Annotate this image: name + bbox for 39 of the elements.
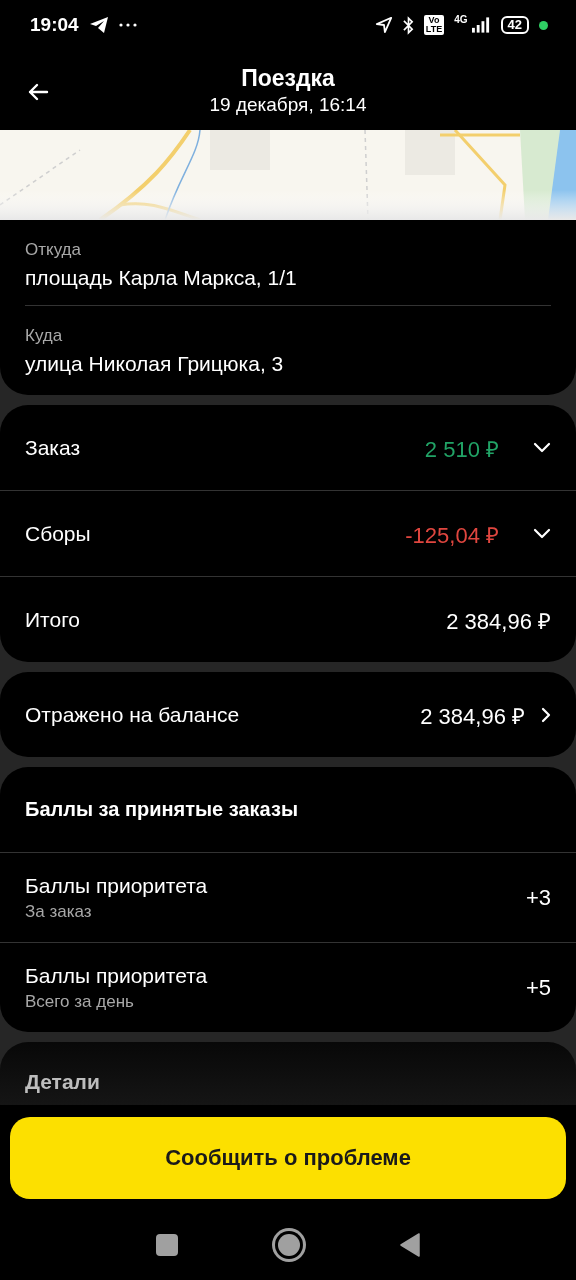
row-label: Итого xyxy=(25,607,82,632)
expandable-row[interactable]: Сборы -125,04 ₽ xyxy=(0,491,576,576)
points-sublabel: Всего за день xyxy=(25,991,135,1012)
bluetooth-icon xyxy=(402,15,414,35)
row-label: Сборы xyxy=(25,521,92,546)
points-label: Баллы приоритета xyxy=(25,963,209,988)
screen-subtitle: 19 декабря, 16:14 xyxy=(209,93,367,116)
report-problem-button[interactable]: Сообщить о проблеме xyxy=(10,1117,566,1199)
section-title: Детали xyxy=(25,1070,100,1093)
address-label: Куда xyxy=(25,326,64,346)
address-value: площадь Карла Маркса, 1/1 xyxy=(25,266,298,290)
points-label: Баллы приоритета xyxy=(25,873,209,898)
address-label: Откуда xyxy=(25,240,82,260)
chevron-right-icon xyxy=(541,706,551,723)
expandable-row[interactable]: Заказ 2 510 ₽ xyxy=(0,405,576,490)
location-arrow-icon xyxy=(374,16,393,34)
amount: -125,04 ₽ xyxy=(405,521,499,549)
amount: 2 510 ₽ xyxy=(424,435,499,463)
screen-title: Поездка xyxy=(241,64,335,92)
amount: 2 384,96 ₽ xyxy=(446,607,551,635)
points-sublabel: За заказ xyxy=(25,901,93,922)
balance-row[interactable]: Отражено на балансе 2 384,96 ₽ xyxy=(0,672,576,757)
more-icon xyxy=(118,23,137,27)
network-label: 4G xyxy=(454,14,468,25)
signal-icon xyxy=(471,17,491,33)
status-time: 19:04 xyxy=(30,14,79,36)
section-title: Баллы за принятые заказы xyxy=(25,798,298,821)
status-dot xyxy=(539,20,548,30)
paper-plane-icon xyxy=(88,16,109,34)
back-icon[interactable] xyxy=(400,1233,420,1257)
recent-apps-icon[interactable] xyxy=(156,1234,178,1256)
row-label: Заказ xyxy=(25,435,82,460)
battery-indicator: 42 xyxy=(500,16,529,34)
amount: 2 384,96 ₽ xyxy=(420,702,525,730)
volte-icon: Vo LTE xyxy=(423,15,445,35)
points-value: +3 xyxy=(525,884,551,911)
row-label: Отражено на балансе xyxy=(25,702,241,727)
address-value: улица Николая Грицюка, 3 xyxy=(25,352,285,376)
points-value: +5 xyxy=(525,974,551,1001)
